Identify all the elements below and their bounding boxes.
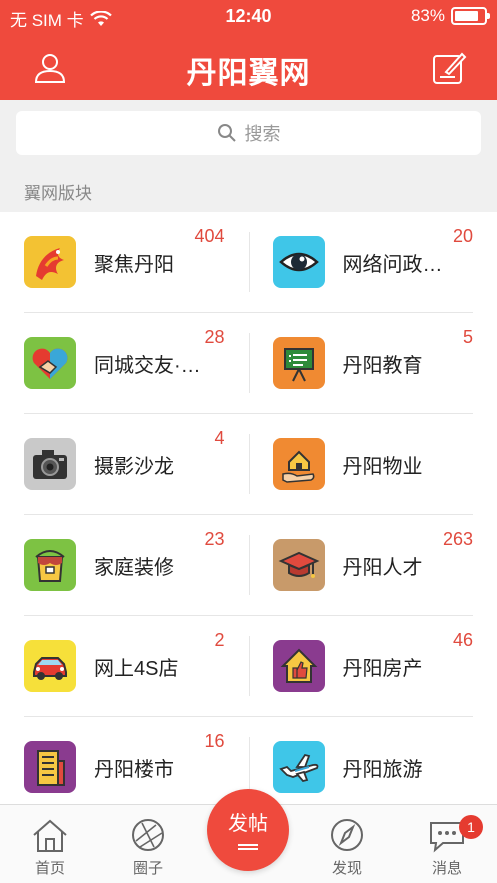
tab-discover-label: 发现 (331, 860, 362, 877)
forum-count: 263 (442, 529, 473, 549)
forum-item-jujiao[interactable]: 聚焦丹阳 404 (24, 212, 249, 312)
forum-row: 聚焦丹阳 404 网络问政… 20 (24, 212, 473, 313)
phoenix-icon (24, 236, 76, 288)
forum-count: 23 (204, 529, 225, 549)
post-button[interactable]: 发帖 (207, 789, 289, 871)
handshake-icon (24, 337, 76, 389)
message-badge: 1 (459, 815, 483, 839)
forum-grid: 聚焦丹阳 404 网络问政… 20 同城交友·… 28 丹阳教育 5 摄影沙龙 … (0, 212, 497, 804)
status-bar: 无 SIM 卡 12:40 83% (0, 0, 497, 34)
house-hand-icon (272, 438, 325, 490)
tab-circle-label: 圈子 (132, 860, 163, 877)
forum-row: 家庭装修 23 丹阳人才 263 (24, 515, 473, 616)
status-battery: 83% (410, 6, 490, 26)
forum-item-fangchan[interactable]: 丹阳房产 46 (249, 616, 473, 716)
tab-circle[interactable]: 圈子 (108, 817, 188, 878)
post-lines-icon (238, 844, 258, 850)
forum-count: 5 (462, 327, 473, 347)
camera-icon (24, 438, 76, 490)
search-area: 搜索 (0, 100, 497, 168)
blackboard-icon (272, 337, 325, 389)
page-title: 丹阳翼网 (186, 57, 311, 90)
airplane-icon (272, 741, 325, 793)
forum-count: 4 (214, 428, 225, 448)
forum-row: 同城交友·… 28 丹阳教育 5 (24, 313, 473, 414)
forum-label: 丹阳楼市 (94, 758, 174, 781)
battery-icon (451, 7, 490, 25)
tab-home[interactable]: 首页 (10, 817, 90, 878)
eye-icon (272, 236, 325, 288)
compass-icon (331, 819, 363, 851)
forum-item-rencai[interactable]: 丹阳人才 263 (249, 515, 473, 615)
forum-label: 同城交友·… (94, 354, 201, 377)
forum-item-jiaoyu[interactable]: 丹阳教育 5 (249, 313, 473, 413)
forum-row: 网上4S店 2 丹阳房产 46 (24, 616, 473, 717)
tab-messages[interactable]: 消息 1 (407, 815, 487, 878)
forum-item-4s[interactable]: 网上4S店 2 (24, 616, 249, 716)
section-label: 翼网版块 (0, 168, 497, 212)
building-icon (24, 741, 76, 793)
search-input[interactable]: 搜索 (16, 111, 481, 155)
forum-label: 丹阳物业 (342, 455, 423, 478)
forum-item-wuye[interactable]: 丹阳物业 (249, 414, 474, 514)
forum-item-sheying[interactable]: 摄影沙龙 4 (24, 414, 249, 514)
home-icon (33, 819, 67, 852)
tab-discover[interactable]: 发现 (307, 817, 387, 878)
aperture-icon (132, 819, 164, 851)
car-icon (24, 640, 76, 692)
battery-percent: 83% (410, 6, 445, 25)
nav-bar: 丹阳翼网 (0, 34, 497, 100)
forum-count: 2 (214, 630, 225, 650)
house-thumb-icon (272, 640, 325, 692)
forum-count: 20 (452, 226, 473, 246)
forum-count: 16 (204, 731, 225, 751)
forum-label: 聚焦丹阳 (94, 253, 174, 276)
forum-label: 摄影沙龙 (94, 455, 174, 478)
tab-home-label: 首页 (34, 860, 65, 877)
graduation-cap-icon (272, 539, 325, 591)
forum-count: 404 (194, 226, 225, 246)
forum-label: 家庭装修 (94, 556, 174, 579)
app-header: 无 SIM 卡 12:40 83% 丹阳翼网 (0, 0, 497, 100)
forum-label: 网上4S店 (94, 657, 179, 680)
search-placeholder: 搜索 (244, 124, 281, 144)
forum-item-wenzheng[interactable]: 网络问政… 20 (249, 212, 473, 312)
forum-label: 丹阳教育 (342, 354, 423, 377)
paint-bucket-icon (24, 539, 76, 591)
forum-count: 46 (452, 630, 473, 650)
forum-item-jiaoyou[interactable]: 同城交友·… 28 (24, 313, 249, 413)
post-button-label: 发帖 (228, 813, 268, 835)
tab-messages-label: 消息 (431, 860, 462, 877)
forum-label: 丹阳房产 (342, 657, 423, 680)
edit-icon[interactable] (431, 50, 467, 86)
forum-label: 网络问政… (342, 253, 443, 276)
forum-item-zhuangxiu[interactable]: 家庭装修 23 (24, 515, 249, 615)
forum-row: 摄影沙龙 4 丹阳物业 (24, 414, 473, 515)
forum-label: 丹阳旅游 (342, 758, 423, 781)
forum-count: 28 (204, 327, 225, 347)
search-icon (217, 124, 236, 142)
forum-label: 丹阳人才 (342, 556, 423, 579)
